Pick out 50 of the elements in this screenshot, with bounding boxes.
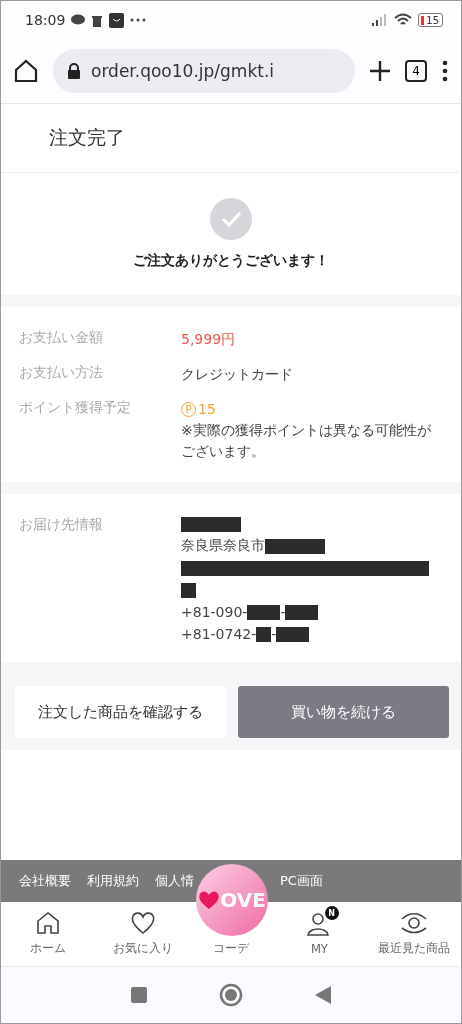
address-text: +81-0742- [181, 626, 257, 642]
menu-icon[interactable] [441, 60, 449, 82]
address-text: +81-090- [181, 604, 248, 620]
nav-tab[interactable]: お気に入り [95, 902, 190, 966]
check-icon [210, 198, 252, 240]
home-button-icon[interactable] [219, 983, 243, 1007]
redaction-bar [285, 604, 319, 620]
continue-shopping-button[interactable]: 買い物を続ける [238, 686, 449, 738]
heart-icon [198, 890, 221, 910]
nav-tab[interactable]: ホーム [1, 902, 96, 966]
field-label: お届け先情報 [19, 516, 104, 534]
redaction-bar [247, 604, 281, 620]
signal-icon [372, 14, 389, 26]
address-text: - [271, 626, 277, 642]
battery-indicator: 15 [418, 13, 443, 27]
redaction-bar [256, 626, 272, 642]
back-icon[interactable] [315, 986, 331, 1004]
view-order-button[interactable]: 注文した商品を確認する [15, 686, 226, 738]
field-label: お支払い金額 [19, 329, 104, 347]
thanks-message: ご注文ありがとうございます！ [133, 252, 329, 270]
address-text: - [280, 604, 286, 620]
field-label: お支払い方法 [19, 364, 104, 382]
tab-count-button[interactable]: 4 [405, 60, 427, 82]
status-time: 18:09 [25, 12, 66, 28]
address-bar[interactable]: order.qoo10.jp/gmkt.i [53, 49, 355, 93]
footer-link[interactable]: PC画面 [280, 872, 323, 890]
bag-icon [109, 12, 125, 28]
footer-link[interactable]: 会社概要 [19, 872, 71, 890]
footer-link[interactable]: 利用規約 [87, 872, 139, 890]
redaction-bar [181, 516, 241, 532]
page-title: 注文完了 [1, 104, 461, 173]
trash-icon [91, 13, 104, 27]
footer-link[interactable]: 個人情 [155, 872, 194, 890]
notification-badge: N [324, 906, 339, 920]
home-icon[interactable] [13, 58, 39, 84]
payment-method: クレジットカード [181, 365, 294, 384]
points-value: 15 [198, 400, 216, 419]
field-label: ポイント獲得予定 [19, 399, 132, 417]
more-icon [130, 18, 147, 22]
address-text: 奈良県奈良市 [181, 537, 265, 555]
wifi-icon [394, 13, 413, 27]
nav-tab[interactable]: コーデ [189, 941, 273, 956]
redaction-bar [181, 582, 196, 598]
redaction-bar [265, 538, 325, 554]
nav-tab[interactable]: 最近見た商品 [366, 902, 461, 966]
payment-amount: 5,999円 [181, 330, 237, 349]
nav-tab[interactable]: MY N [272, 902, 367, 966]
redaction-bar [276, 626, 310, 642]
plus-icon[interactable] [369, 60, 391, 82]
points-note: ※実際の獲得ポイントは異なる可能性がございます。 [181, 421, 431, 461]
